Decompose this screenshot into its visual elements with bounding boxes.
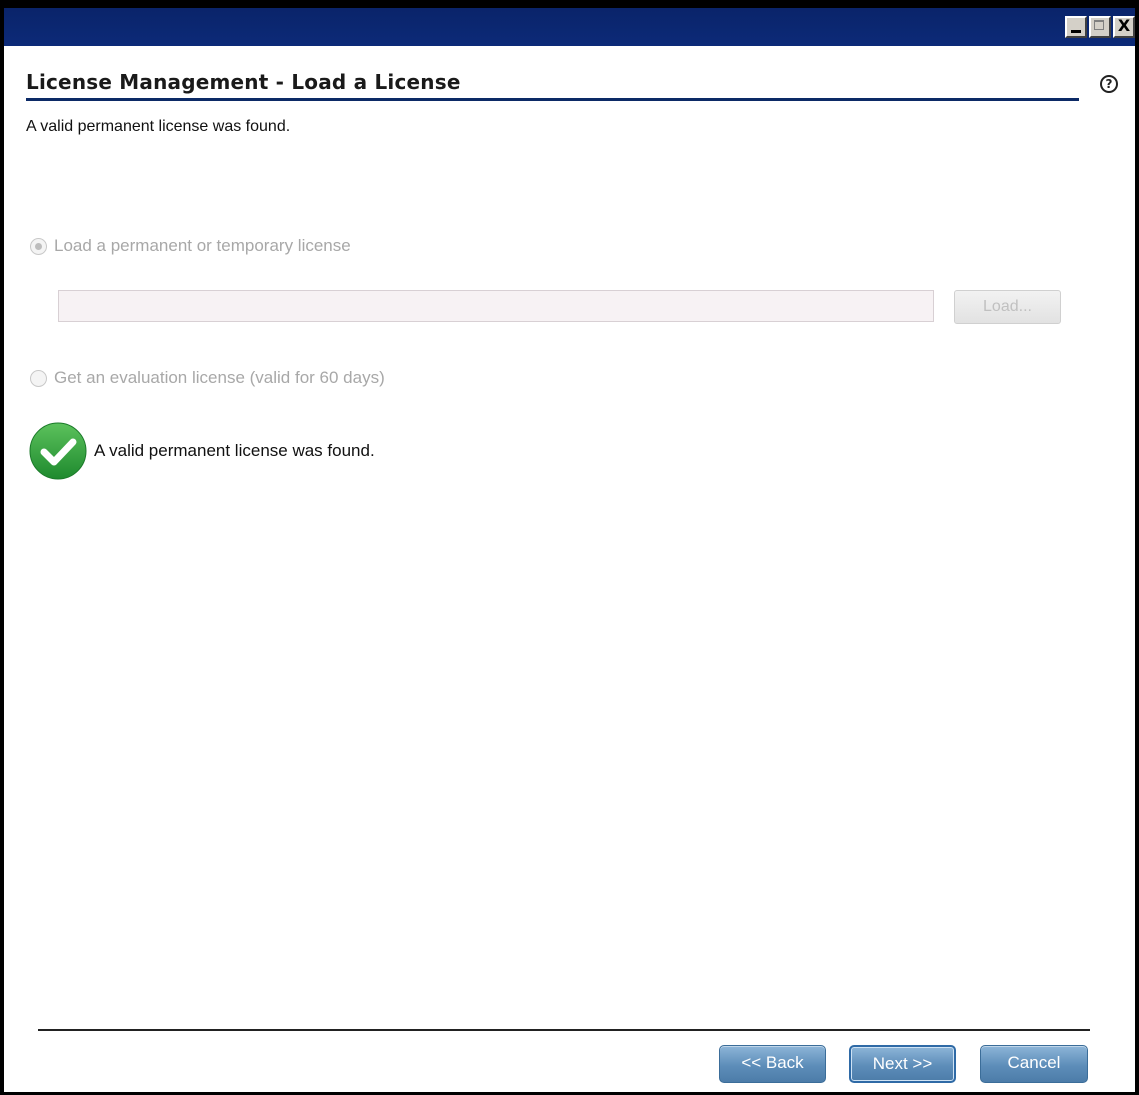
footer-divider — [38, 1029, 1090, 1031]
next-button[interactable]: Next >> — [849, 1045, 956, 1083]
title-bar[interactable]: X — [4, 0, 1135, 46]
load-license-option[interactable]: Load a permanent or temporary license — [30, 236, 351, 256]
page-subtitle: A valid permanent license was found. — [26, 118, 291, 135]
maximize-button[interactable] — [1089, 16, 1111, 38]
license-status: A valid permanent license was found. — [28, 421, 375, 481]
close-button[interactable]: X — [1113, 16, 1135, 38]
check-circle-icon — [29, 422, 87, 480]
status-message: A valid permanent license was found. — [94, 441, 375, 460]
help-icon[interactable]: ? — [1100, 75, 1118, 93]
load-button[interactable]: Load... — [954, 290, 1061, 324]
license-file-input[interactable] — [58, 290, 934, 322]
page-title: License Management - Load a License — [26, 70, 461, 94]
back-button[interactable]: << Back — [719, 1045, 826, 1083]
load-license-label: Load a permanent or temporary license — [54, 236, 351, 255]
cancel-button[interactable]: Cancel — [980, 1045, 1088, 1083]
evaluation-license-option[interactable]: Get an evaluation license (valid for 60 … — [30, 368, 385, 388]
evaluation-license-label: Get an evaluation license (valid for 60 … — [54, 368, 385, 387]
evaluation-license-radio[interactable] — [30, 369, 47, 387]
minimize-button[interactable] — [1065, 16, 1087, 38]
load-license-radio[interactable] — [30, 237, 47, 255]
window-controls: X — [1063, 16, 1135, 38]
license-wizard-window: X License Management - Load a License ? … — [0, 0, 1139, 1095]
title-divider — [26, 98, 1079, 101]
